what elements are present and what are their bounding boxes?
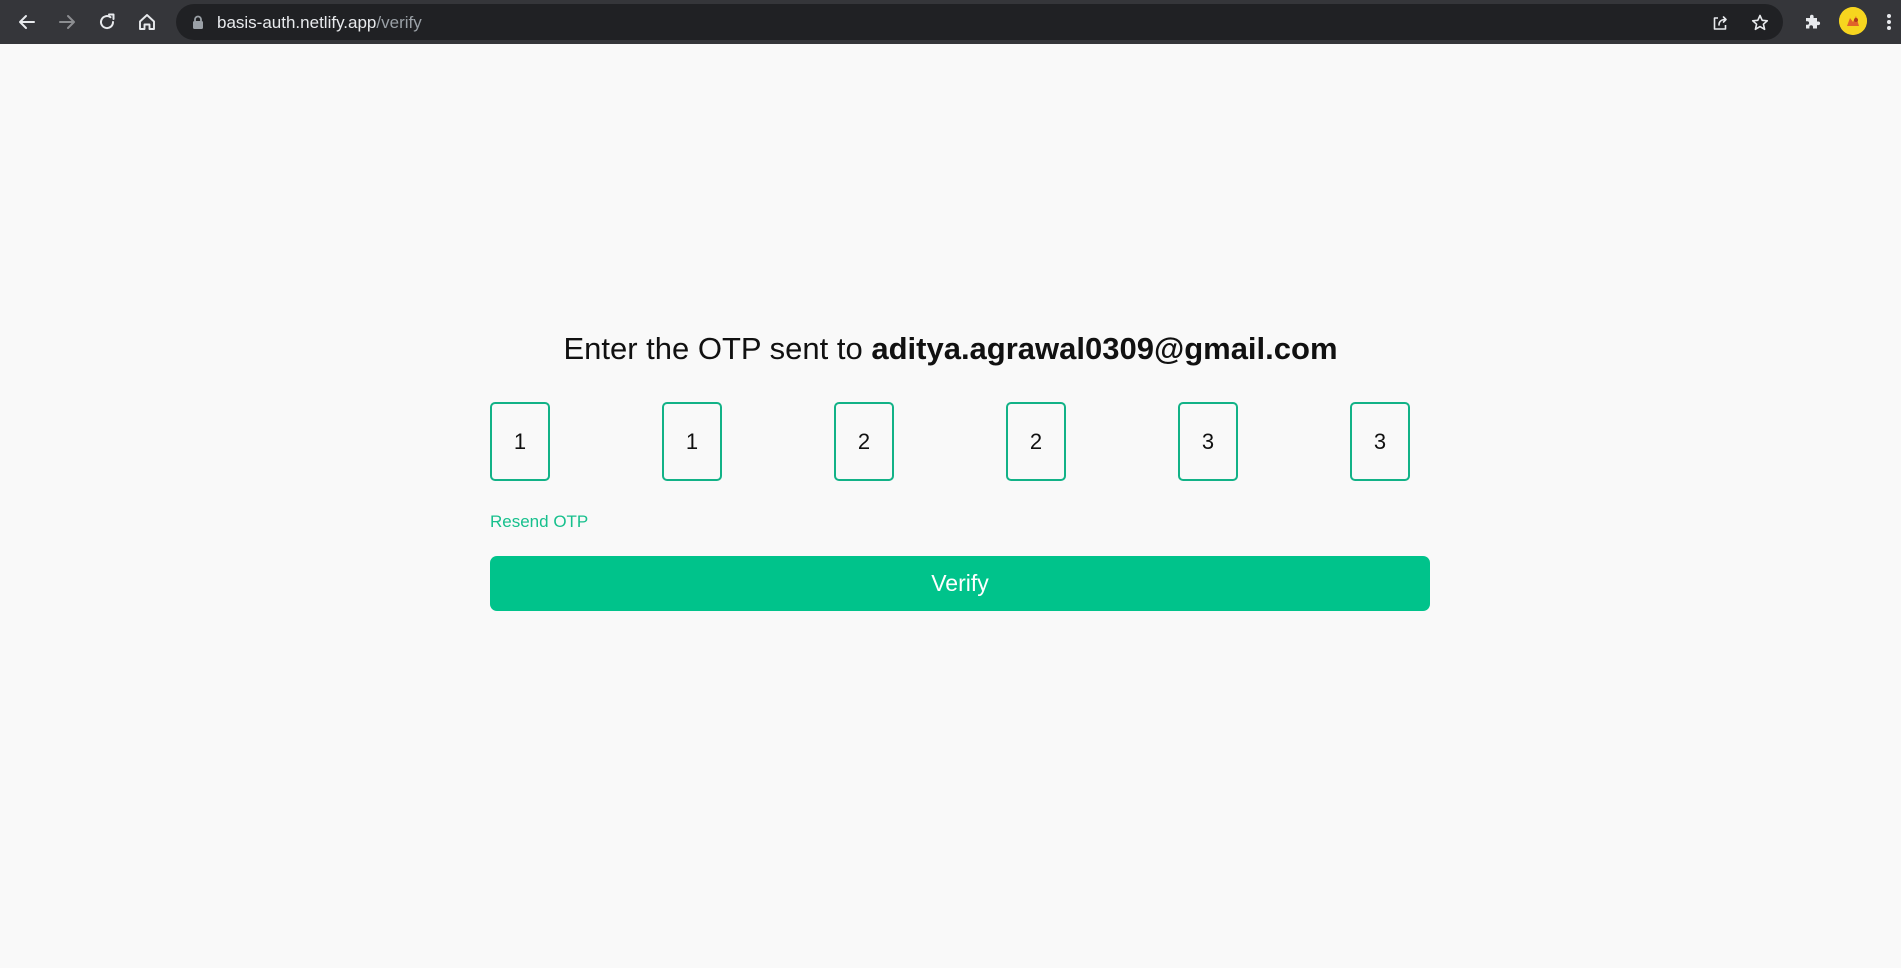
home-icon [139,14,155,30]
otp-digit-5[interactable] [1178,402,1238,481]
otp-digit-6[interactable] [1350,402,1410,481]
forward-button[interactable] [53,8,81,36]
url-path: /verify [376,13,422,32]
resend-otp-link[interactable]: Resend OTP [490,512,588,532]
star-icon[interactable] [1749,12,1771,34]
reload-button[interactable] [93,8,121,36]
verify-button[interactable]: Verify [490,556,1430,611]
share-icon[interactable] [1709,12,1731,34]
kebab-menu-icon[interactable] [1880,8,1898,36]
email-address: aditya.agrawal0309@gmail.com [871,331,1338,366]
home-button[interactable] [133,8,161,36]
otp-digit-1[interactable] [490,402,550,481]
browser-toolbar: basis-auth.netlify.app/verify [0,0,1901,44]
otp-input-group [490,402,1410,482]
otp-digit-4[interactable] [1006,402,1066,481]
otp-digit-3[interactable] [834,402,894,481]
lock-icon [192,15,204,34]
address-bar[interactable]: basis-auth.netlify.app/verify [176,4,1783,40]
arrow-right-icon [59,15,75,29]
otp-heading: Enter the OTP sent to aditya.agrawal0309… [0,331,1901,367]
otp-digit-2[interactable] [662,402,722,481]
puzzle-icon[interactable] [1798,8,1826,36]
url-host: basis-auth.netlify.app [217,13,377,32]
url-text: basis-auth.netlify.app/verify [217,13,422,33]
arrow-left-icon [19,15,35,29]
page-content [0,44,1901,968]
profile-icon [1839,7,1867,35]
back-button[interactable] [13,8,41,36]
heading-prefix: Enter the OTP sent to [563,331,872,366]
avatar[interactable] [1839,7,1867,35]
reload-icon [100,13,115,30]
